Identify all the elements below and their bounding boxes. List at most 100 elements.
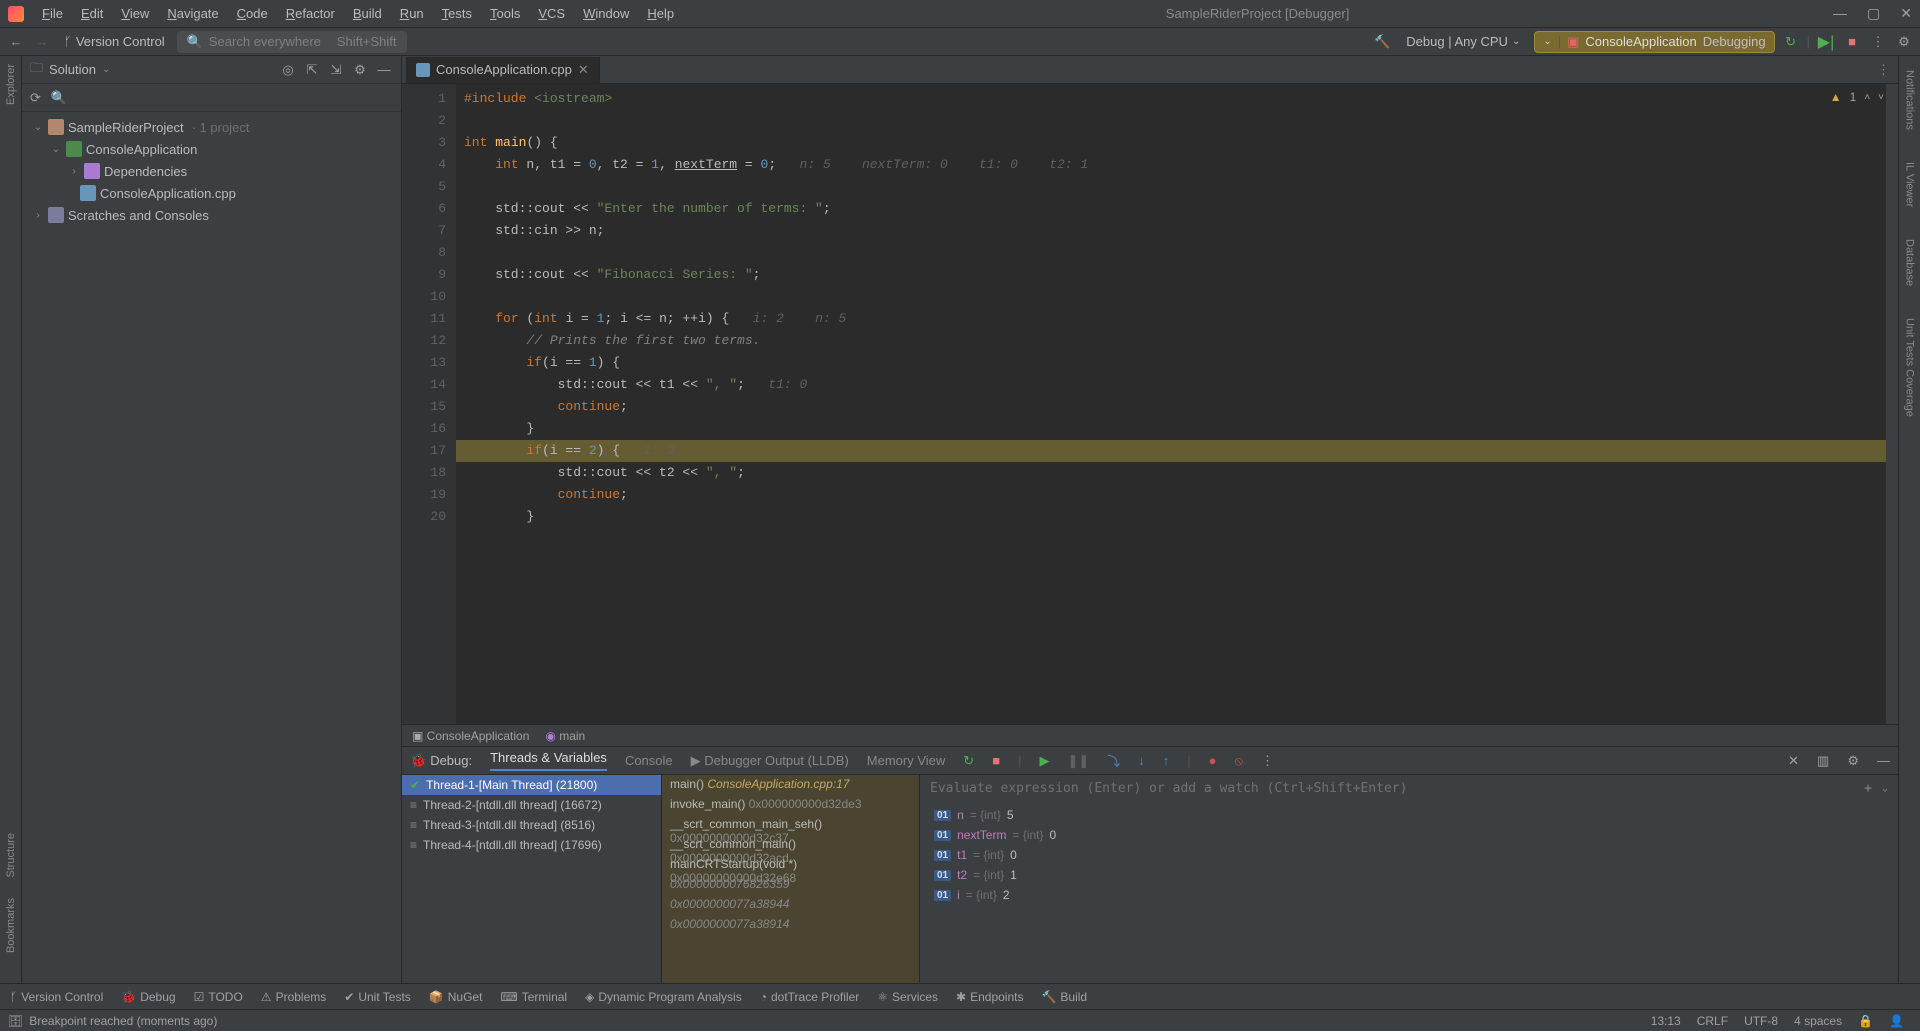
- stop-icon[interactable]: ■: [992, 753, 1000, 768]
- toolwin-terminal[interactable]: ⌨Terminal: [500, 990, 567, 1004]
- file-encoding[interactable]: UTF-8: [1736, 1014, 1786, 1028]
- chevron-up-icon[interactable]: ˄: [1864, 92, 1870, 103]
- menu-tests[interactable]: Tests: [434, 2, 480, 25]
- more-icon[interactable]: ⋮: [1261, 753, 1274, 769]
- variable-row[interactable]: 01n = {int} 5: [920, 805, 1898, 825]
- thread-row[interactable]: ✔Thread-1-[Main Thread] (21800): [402, 775, 661, 795]
- toolwin-dynamic-program-analysis[interactable]: ◈Dynamic Program Analysis: [585, 990, 742, 1004]
- rerun-icon[interactable]: ↻: [1781, 32, 1801, 52]
- menu-help[interactable]: Help: [639, 2, 682, 25]
- collapse-all-icon[interactable]: ⇱: [303, 61, 321, 79]
- layout-icon[interactable]: ▥: [1817, 753, 1829, 769]
- menu-run[interactable]: Run: [392, 2, 432, 25]
- step-over-icon[interactable]: ⤵: [1107, 751, 1120, 770]
- variable-row[interactable]: 01nextTerm = {int} 0: [920, 825, 1898, 845]
- rerun-icon[interactable]: ↻: [963, 753, 974, 769]
- menu-refactor[interactable]: Refactor: [278, 2, 343, 25]
- view-breakpoints-icon[interactable]: ●: [1209, 753, 1217, 768]
- menu-edit[interactable]: Edit: [73, 2, 111, 25]
- frame-row[interactable]: 0x0000000077a38914: [662, 915, 919, 935]
- close-panel-icon[interactable]: ✕: [1788, 753, 1799, 769]
- menu-window[interactable]: Window: [575, 2, 637, 25]
- menu-file[interactable]: File: [34, 2, 71, 25]
- thread-row[interactable]: ≡Thread-4-[ntdll.dll thread] (17696): [402, 835, 661, 855]
- resume-icon[interactable]: ▶|: [1816, 32, 1836, 52]
- menu-navigate[interactable]: Navigate: [159, 2, 226, 25]
- mute-breakpoints-icon[interactable]: ⦸: [1235, 753, 1243, 769]
- variable-row[interactable]: 01t1 = {int} 0: [920, 845, 1898, 865]
- thread-row[interactable]: ≡Thread-3-[ntdll.dll thread] (8516): [402, 815, 661, 835]
- menu-code[interactable]: Code: [229, 2, 276, 25]
- line-separator[interactable]: CRLF: [1689, 1014, 1736, 1028]
- editor-tab[interactable]: ConsoleApplication.cpp ✕: [406, 57, 600, 83]
- tree-source-file[interactable]: ConsoleApplication.cpp: [22, 182, 401, 204]
- menu-vcs[interactable]: VCS: [530, 2, 573, 25]
- minimize-window-icon[interactable]: —: [1833, 5, 1847, 22]
- toolwin-version-control[interactable]: ᚶVersion Control: [10, 990, 103, 1004]
- readonly-icon[interactable]: 🔒: [1850, 1014, 1881, 1028]
- toolwin-services[interactable]: ⚛Services: [877, 990, 938, 1004]
- gear-icon[interactable]: ⚙: [351, 61, 369, 79]
- chevron-down-icon[interactable]: ˅: [1878, 92, 1884, 103]
- coverage-tool-button[interactable]: Unit Tests Coverage: [1904, 312, 1916, 423]
- breadcrumb[interactable]: ◉ main: [545, 729, 585, 743]
- step-into-icon[interactable]: ↓: [1138, 753, 1145, 768]
- notifications-tool-button[interactable]: Notifications: [1904, 64, 1916, 136]
- toolwin-unit-tests[interactable]: ✔Unit Tests: [344, 990, 411, 1004]
- evaluate-expression-input[interactable]: Evaluate expression (Enter) or add a wat…: [920, 775, 1898, 801]
- add-watch-icon[interactable]: +: [1864, 781, 1872, 796]
- error-stripe[interactable]: [1886, 84, 1898, 724]
- frame-row[interactable]: mainCRTStartup(void *) 0x00000000000d32e…: [662, 855, 919, 875]
- resume-icon[interactable]: ▶: [1039, 753, 1049, 769]
- variable-row[interactable]: 01i = {int} 2: [920, 885, 1898, 905]
- variable-row[interactable]: 01t2 = {int} 1: [920, 865, 1898, 885]
- explorer-tool-button[interactable]: Explorer: [5, 64, 17, 105]
- frame-row[interactable]: invoke_main() 0x000000000d32de3: [662, 795, 919, 815]
- inspection-widget[interactable]: ▲ 1 ˄ ˅: [1830, 90, 1884, 104]
- menu-view[interactable]: View: [113, 2, 157, 25]
- il-viewer-tool-button[interactable]: IL Viewer: [1904, 156, 1916, 213]
- gear-icon[interactable]: ⚙: [1847, 753, 1859, 769]
- target-icon[interactable]: ◎: [279, 61, 297, 79]
- chevron-down-icon[interactable]: ⌄: [102, 64, 110, 75]
- bookmarks-tool-button[interactable]: Bookmarks: [5, 898, 17, 953]
- breadcrumb[interactable]: ▣ ConsoleApplication: [412, 729, 529, 743]
- pause-icon[interactable]: ❚❚: [1067, 753, 1089, 769]
- expand-all-icon[interactable]: ⇲: [327, 61, 345, 79]
- caret-position[interactable]: 13:13: [1643, 1014, 1689, 1028]
- tab-console[interactable]: Console: [625, 753, 673, 768]
- frame-row[interactable]: 0x0000000077a38944: [662, 895, 919, 915]
- line-gutter[interactable]: 1234567891011121314151617➔181920: [402, 84, 456, 724]
- nav-back-icon[interactable]: ←: [6, 32, 26, 52]
- code-area[interactable]: #include <iostream> int main() { int n, …: [456, 84, 1886, 724]
- nav-forward-icon[interactable]: →: [32, 32, 52, 52]
- database-tool-button[interactable]: Database: [1904, 233, 1916, 292]
- search-icon[interactable]: 🔍: [51, 90, 67, 106]
- minimize-panel-icon[interactable]: —: [375, 61, 393, 79]
- minimize-panel-icon[interactable]: —: [1877, 753, 1890, 768]
- indent-info[interactable]: 4 spaces: [1786, 1014, 1850, 1028]
- frame-row[interactable]: __scrt_common_main_seh() 0x0000000000d32…: [662, 815, 919, 835]
- tab-memory-view[interactable]: Memory View: [867, 753, 946, 768]
- run-config-selector[interactable]: Debug | Any CPU ⌄: [1398, 32, 1528, 51]
- toolwin-nuget[interactable]: 📦NuGet: [429, 990, 483, 1004]
- run-context-box[interactable]: ⌄ | ▣ ConsoleApplication Debugging: [1534, 31, 1774, 53]
- version-control-widget[interactable]: ᚶ Version Control: [58, 32, 171, 51]
- tree-root[interactable]: ⌄ SampleRiderProject · 1 project: [22, 116, 401, 138]
- close-window-icon[interactable]: ✕: [1900, 5, 1912, 22]
- toolwin-debug[interactable]: 🐞Debug: [121, 990, 175, 1004]
- toolwin-todo[interactable]: ☑TODO: [194, 990, 243, 1004]
- more-icon[interactable]: ⋮: [1868, 32, 1888, 52]
- close-icon[interactable]: ✕: [578, 62, 589, 78]
- menu-tools[interactable]: Tools: [482, 2, 528, 25]
- structure-tool-button[interactable]: Structure: [5, 833, 17, 878]
- editor-body[interactable]: 1234567891011121314151617➔181920 #includ…: [402, 84, 1898, 724]
- toolwin-endpoints[interactable]: ✱Endpoints: [956, 990, 1023, 1004]
- step-out-icon[interactable]: ↑: [1163, 753, 1170, 768]
- menu-build[interactable]: Build: [345, 2, 390, 25]
- search-everywhere[interactable]: 🔍 Search everywhere Shift+Shift: [177, 31, 407, 53]
- settings-icon[interactable]: ⚙: [1894, 32, 1914, 52]
- chevron-down-icon[interactable]: ⌄: [1882, 783, 1888, 794]
- toolwin-problems[interactable]: ⚠Problems: [261, 990, 326, 1004]
- build-icon[interactable]: 🔨: [1372, 32, 1392, 52]
